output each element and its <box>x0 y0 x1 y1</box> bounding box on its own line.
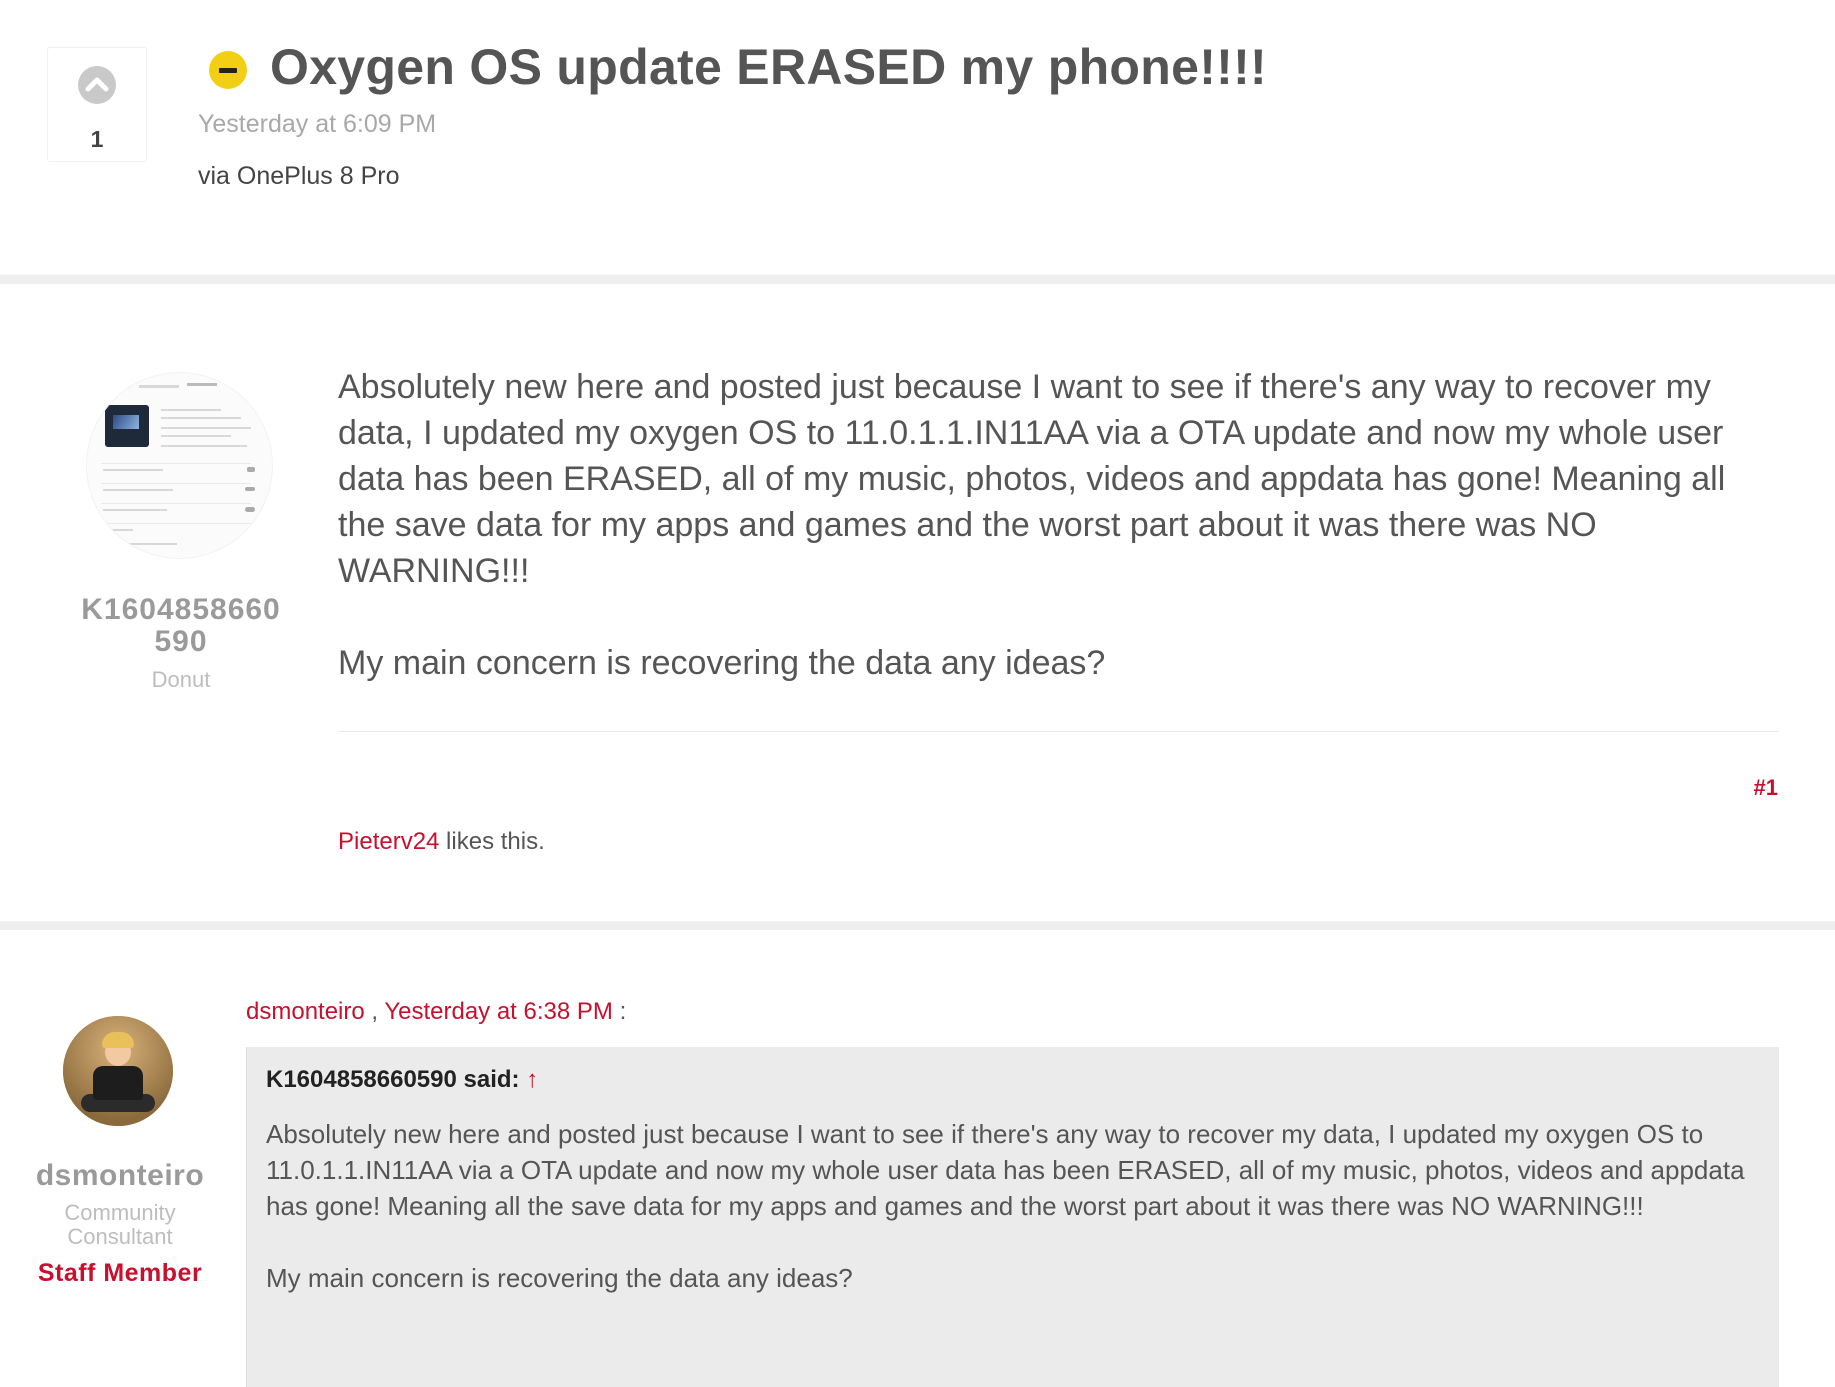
vote-count: 1 <box>90 126 104 152</box>
avatar[interactable] <box>63 1016 173 1126</box>
post-paragraph: Absolutely new here and posted just beca… <box>338 368 1726 590</box>
upvote-icon[interactable] <box>78 66 116 104</box>
author-title: Community Consultant <box>20 1201 220 1249</box>
author-title: Donut <box>151 667 211 692</box>
section-divider <box>0 921 1835 930</box>
thread-device: via OnePlus 8 Pro <box>198 162 400 190</box>
author-name-line1: K1604858660 <box>81 593 281 626</box>
attribution-date-link[interactable]: Yesterday at 6:38 PM <box>384 998 613 1025</box>
quote-header: K1604858660590 said: ↑ <box>266 1066 538 1094</box>
likes-summary: Pieterv24 likes this. <box>338 828 545 856</box>
attribution-user-link[interactable]: dsmonteiro <box>246 998 365 1025</box>
status-minus-icon <box>209 51 247 89</box>
quote-paragraph: My main concern is recovering the data a… <box>266 1263 853 1293</box>
post-body: Absolutely new here and posted just beca… <box>338 364 1778 686</box>
liker-link[interactable]: Pieterv24 <box>338 828 439 855</box>
author-name[interactable]: dsmonteiro <box>20 1159 220 1193</box>
attribution-separator: , <box>364 998 385 1025</box>
avatar[interactable] <box>86 372 273 559</box>
author-name-line2: 590 <box>154 625 208 658</box>
post-paragraph: My main concern is recovering the data a… <box>338 644 1106 682</box>
quote-author: K1604858660590 said: <box>266 1066 527 1093</box>
quote-paragraph: Absolutely new here and posted just beca… <box>266 1119 1745 1221</box>
author-name[interactable]: K1604858660 590 <box>60 594 302 658</box>
post-divider <box>338 731 1778 732</box>
quote-body: Absolutely new here and posted just beca… <box>266 1116 1756 1296</box>
section-divider <box>0 275 1835 284</box>
likes-text: likes this. <box>439 828 545 855</box>
post-attribution: dsmonteiro , Yesterday at 6:38 PM : <box>246 998 626 1026</box>
author-title-line2: Consultant <box>67 1224 173 1249</box>
post-permalink[interactable]: #1 <box>1700 775 1778 801</box>
staff-badge: Staff Member <box>37 1259 203 1287</box>
attribution-suffix: : <box>612 998 627 1025</box>
author-title-line1: Community <box>64 1200 176 1225</box>
thread-title: Oxygen OS update ERASED my phone!!!! <box>270 39 1268 95</box>
quote-jump-arrow-icon[interactable]: ↑ <box>526 1066 538 1093</box>
thread-date: Yesterday at 6:09 PM <box>198 110 437 138</box>
